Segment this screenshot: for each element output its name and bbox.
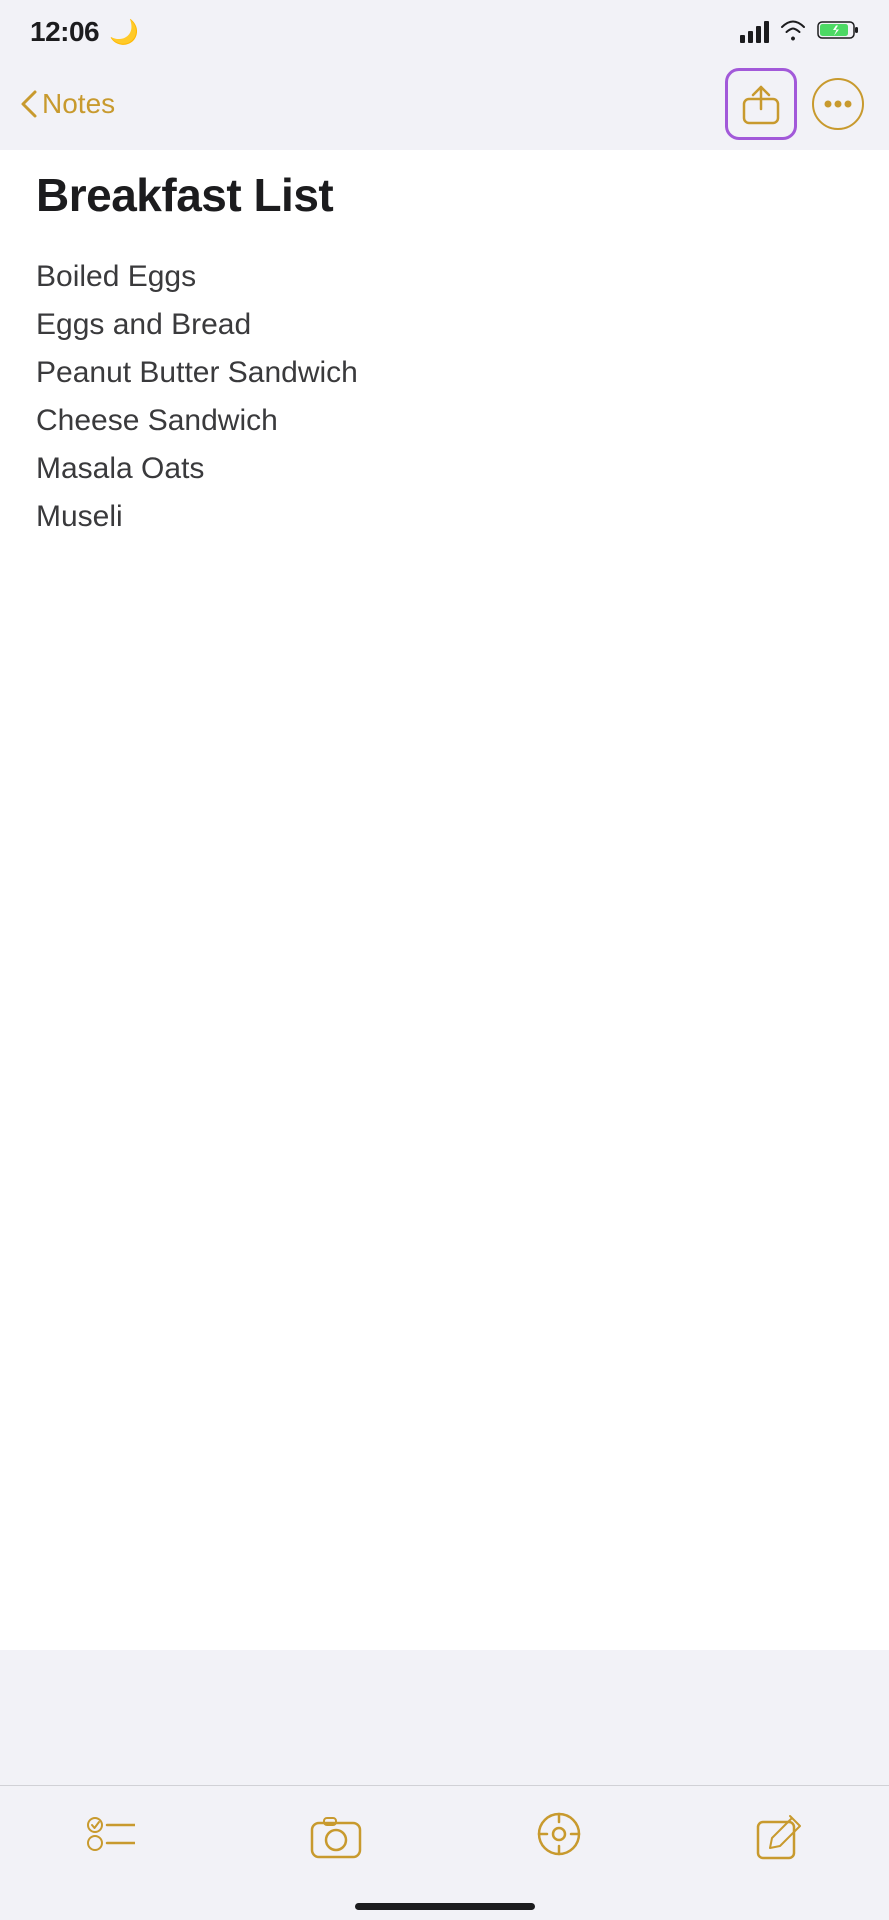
camera-button[interactable] <box>302 1807 370 1867</box>
status-bar: 12:06 🌙 <box>0 0 889 58</box>
list-item: Boiled Eggs <box>36 253 853 301</box>
note-content: Breakfast List Boiled EggsEggs and Bread… <box>0 150 889 1650</box>
list-item: Cheese Sandwich <box>36 397 853 445</box>
battery-icon <box>817 19 859 46</box>
home-indicator <box>355 1903 535 1910</box>
nav-actions <box>725 68 869 140</box>
bottom-toolbar <box>0 1785 889 1920</box>
note-items: Boiled EggsEggs and BreadPeanut Butter S… <box>36 253 853 541</box>
list-item: Peanut Butter Sandwich <box>36 349 853 397</box>
moon-icon: 🌙 <box>109 18 139 47</box>
location-button[interactable] <box>529 1804 589 1870</box>
share-button[interactable] <box>725 68 797 140</box>
list-item: Eggs and Bread <box>36 301 853 349</box>
list-item: Masala Oats <box>36 445 853 493</box>
list-item: Museli <box>36 493 853 541</box>
status-time: 12:06 <box>30 16 99 48</box>
nav-bar: Notes <box>0 58 889 150</box>
compose-button[interactable] <box>748 1806 810 1868</box>
note-title: Breakfast List <box>36 170 853 221</box>
wifi-icon <box>779 19 807 46</box>
signal-icon <box>740 21 769 43</box>
checklist-button[interactable] <box>79 1807 143 1867</box>
status-icons <box>740 19 859 46</box>
back-button[interactable]: Notes <box>20 88 115 120</box>
back-label: Notes <box>42 88 115 120</box>
more-button[interactable] <box>807 73 869 135</box>
